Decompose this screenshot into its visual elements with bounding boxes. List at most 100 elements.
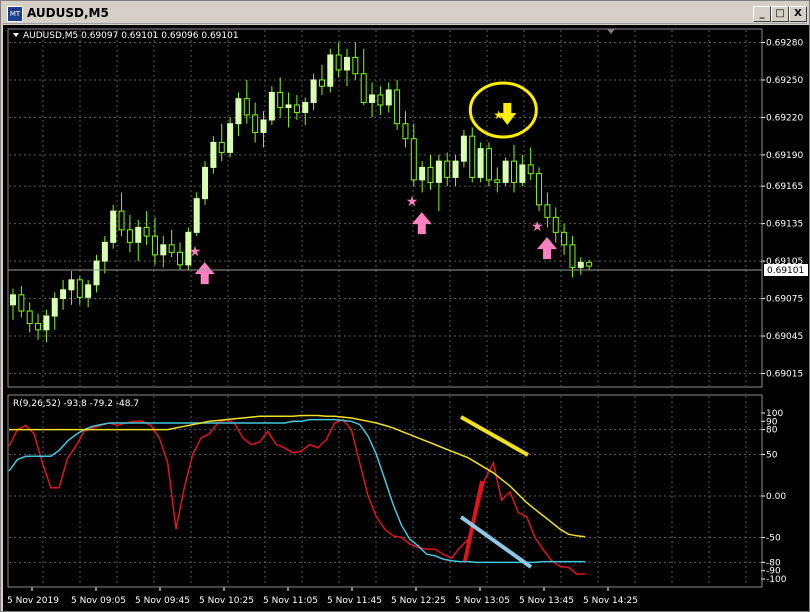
candle-body xyxy=(135,226,142,243)
candle-body xyxy=(10,294,16,306)
candle-body xyxy=(577,261,584,268)
candle-body xyxy=(352,56,359,75)
chart-window: MT AUDUSD,M5 _ □ X ★ ★ ★ ★ 0.69280 0.69250 0.… xyxy=(0,0,810,612)
chart-area[interactable]: ★ ★ ★ ★ 0.69280 0.69250 0.69220 0.69190 0.69165… xyxy=(3,25,809,611)
candle-body xyxy=(561,231,568,246)
candle-body xyxy=(469,135,476,178)
window-title: AUDUSD,M5 xyxy=(27,6,109,20)
current-price-label: 0.69101 xyxy=(767,266,804,276)
candle-body xyxy=(243,98,250,116)
time-axis-label: 5 Nov 13:05 xyxy=(455,596,510,606)
candle-body xyxy=(419,166,426,181)
price-axis-label: 0.69190 xyxy=(766,151,803,161)
candle-body xyxy=(327,54,334,87)
candle-body xyxy=(494,179,501,183)
price-axis-label: 0.69220 xyxy=(766,113,803,123)
price-axis-label: 0.69075 xyxy=(766,295,803,305)
price-axis-label: 0.69165 xyxy=(766,182,803,192)
time-axis-label: 5 Nov 09:05 xyxy=(71,596,126,606)
candle-body xyxy=(485,148,492,181)
candle-body xyxy=(385,89,392,106)
price-axis-label: 0.69015 xyxy=(766,370,803,380)
candle-body xyxy=(360,73,367,103)
time-axis-label: 5 Nov 14:25 xyxy=(583,596,638,606)
oscillator-axis-label: 50 xyxy=(766,451,778,461)
candle-body xyxy=(369,94,376,103)
candle-body xyxy=(427,166,434,183)
candle-body xyxy=(76,279,83,298)
candle-body xyxy=(68,279,75,291)
candle-body xyxy=(293,104,300,113)
restore-button[interactable]: □ xyxy=(771,6,789,22)
candle-body xyxy=(477,148,484,178)
title-bar[interactable]: MT AUDUSD,M5 _ □ X xyxy=(3,3,807,24)
price-panel-header: AUDUSD,M5 0.69097 0.69101 0.69096 0.6910… xyxy=(23,31,239,41)
dropdown-triangle-icon[interactable] xyxy=(13,33,19,37)
indicator-panel-header: R(9,26,52) -93.8 -79.2 -48.7 xyxy=(13,399,139,409)
candle-body xyxy=(51,298,58,317)
candle-body xyxy=(335,54,342,71)
candle-body xyxy=(460,135,467,162)
up-arrow-icon xyxy=(411,212,432,235)
price-axis-label: 0.69135 xyxy=(766,220,803,230)
lightblue-trendline xyxy=(459,515,533,569)
time-axis-label: 5 Nov 10:25 xyxy=(199,596,254,606)
candle-body xyxy=(268,91,275,121)
candle-body xyxy=(502,160,509,183)
time-axis-label: 5 Nov 11:05 xyxy=(263,596,318,606)
candle-body xyxy=(394,89,401,125)
candle-body xyxy=(260,119,267,133)
candle-body xyxy=(85,284,92,298)
candle-body xyxy=(118,210,125,231)
yellow-trendline xyxy=(460,415,529,457)
candle-body xyxy=(277,91,284,108)
candle-body xyxy=(126,229,133,243)
chart-window-icon: MT xyxy=(7,6,23,22)
candle-body xyxy=(302,101,309,113)
oscillator-axis-label: -50 xyxy=(766,534,781,544)
candle-body xyxy=(60,289,67,300)
candle-body xyxy=(569,244,576,268)
oscillator-line-yellow xyxy=(9,414,586,538)
candle-body xyxy=(26,310,33,325)
oscillator-line-cyan xyxy=(8,418,586,564)
candle-body xyxy=(110,210,117,243)
close-button[interactable]: X xyxy=(789,6,807,22)
candle-body xyxy=(444,160,451,178)
oscillator-axis-label: 0.00 xyxy=(766,492,786,502)
signal-markers: ★★★★ xyxy=(189,103,558,285)
candle-body xyxy=(168,244,175,253)
chart-canvas[interactable]: ★★★★ 0.69280 0.69250 0.69220 0.69190 0.69165… xyxy=(3,25,809,611)
grid-lines xyxy=(9,30,761,586)
candle-body xyxy=(310,79,317,103)
time-axis-label: 5 Nov 09:45 xyxy=(135,596,190,606)
candle-body xyxy=(402,123,409,140)
candle-body xyxy=(452,160,459,178)
candle-body xyxy=(193,198,200,233)
oscillator-line-red xyxy=(8,418,586,575)
pink-star-icon: ★ xyxy=(531,219,544,235)
candle-body xyxy=(35,323,42,331)
candle-body xyxy=(285,104,292,108)
candle-body xyxy=(210,141,217,168)
candle-body xyxy=(218,141,225,153)
candle-body xyxy=(160,244,167,256)
price-axis-label: 0.69280 xyxy=(766,38,803,48)
time-axis-label: 5 Nov 11:45 xyxy=(327,596,382,606)
price-axis-label: 0.69045 xyxy=(766,332,803,342)
candle-body xyxy=(93,260,100,286)
candle-body xyxy=(527,164,534,175)
candle-body xyxy=(227,123,234,153)
candle-body xyxy=(536,173,543,206)
candle-body xyxy=(586,261,593,267)
time-axis-label: 5 Nov 12:25 xyxy=(391,596,446,606)
minimize-button[interactable]: _ xyxy=(753,6,771,22)
candle-body xyxy=(235,98,242,125)
candle-body xyxy=(18,294,25,312)
price-axis-label: 0.69250 xyxy=(766,76,803,86)
shift-marker-icon[interactable] xyxy=(607,29,615,34)
candle-body xyxy=(377,94,384,106)
candle-body xyxy=(344,56,350,71)
oscillator-axis-label: 80 xyxy=(766,426,778,436)
up-arrow-icon xyxy=(194,262,215,285)
